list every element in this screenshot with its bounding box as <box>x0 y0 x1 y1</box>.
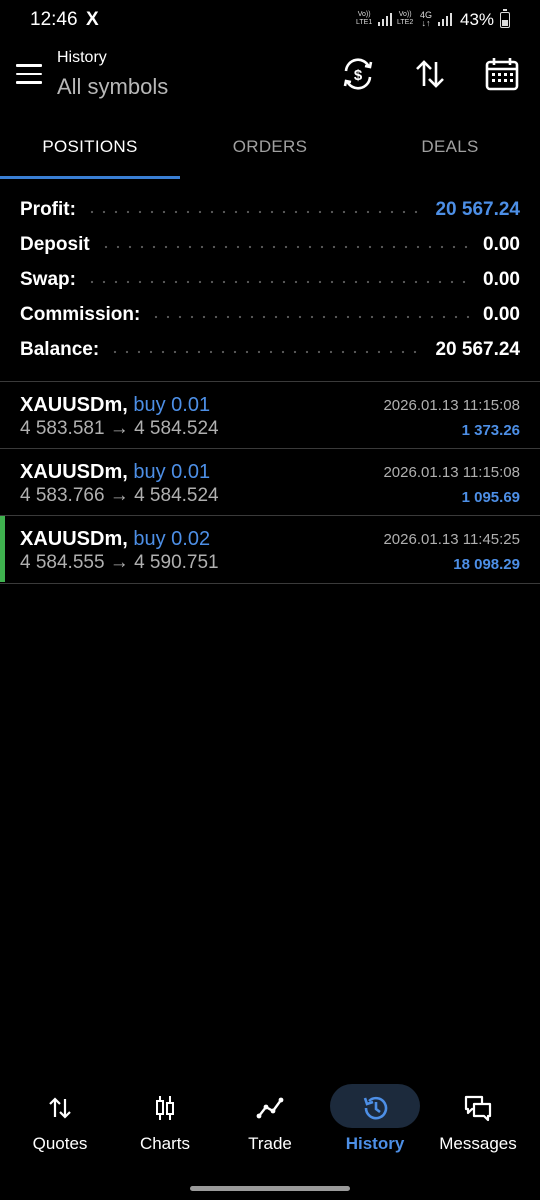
battery-percent: 43% <box>460 10 495 29</box>
summary-row-balance: Balance: 20 567.24 <box>0 332 540 367</box>
signal-bars-icon <box>378 13 392 26</box>
nav-history[interactable]: History <box>323 1080 427 1168</box>
deal-time: 2026.01.13 11:15:08 <box>383 397 520 414</box>
summary-row-swap: Swap: 0.00 <box>0 262 540 297</box>
summary-label: Deposit <box>20 233 90 255</box>
active-tab-indicator <box>0 176 180 179</box>
history-icon <box>363 1096 388 1120</box>
symbol-name: XAUUSDm, <box>20 394 128 416</box>
nav-label: Charts <box>139 1134 191 1153</box>
x-logo-icon: X <box>86 9 99 30</box>
summary-panel: Profit: 20 567.24 Deposit 0.00 Swap: 0.0… <box>0 192 540 367</box>
summary-value: 0.00 <box>483 233 520 255</box>
nav-label: History <box>345 1134 405 1153</box>
dotted-leader <box>85 279 474 284</box>
charts-icon <box>156 1096 174 1120</box>
nav-trade[interactable]: Trade <box>218 1080 322 1168</box>
app-header: History All symbols $ <box>0 44 540 108</box>
deal-time: 2026.01.13 11:15:08 <box>383 464 520 481</box>
deal-profit: 1 373.26 <box>461 422 520 439</box>
summary-label: Profit: <box>20 198 76 220</box>
deal-profit: 18 098.29 <box>453 556 520 573</box>
deal-time: 2026.01.13 11:45:25 <box>383 531 520 548</box>
deal-profit: 1 095.69 <box>461 489 520 506</box>
sim1-indicator: Vo)) LTE1 <box>356 11 373 26</box>
summary-value: 0.00 <box>483 268 520 290</box>
quotes-icon <box>49 1097 71 1119</box>
tab-positions[interactable]: POSITIONS <box>0 118 180 180</box>
status-time: 12:46 <box>30 9 78 30</box>
dotted-leader <box>109 349 426 354</box>
calendar-icon <box>485 58 519 91</box>
summary-value: 0.00 <box>483 303 520 325</box>
home-indicator[interactable] <box>190 1186 350 1191</box>
tab-orders[interactable]: ORDERS <box>180 118 360 180</box>
deal-symbol: XAUUSDm, buy 0.01 <box>20 461 210 484</box>
nav-label: Messages <box>439 1134 517 1153</box>
summary-value: 20 567.24 <box>435 198 520 220</box>
deal-prices: 4 583.581 → 4 584.524 <box>20 418 219 439</box>
list-item[interactable]: XAUUSDm, buy 0.01 4 583.766 → 4 584.524 … <box>0 449 540 515</box>
trade-icon <box>256 1097 284 1119</box>
tab-deals[interactable]: DEALS <box>360 118 540 180</box>
dotted-leader <box>85 209 426 214</box>
bottom-nav: Quotes Charts Trade History Messages <box>0 1080 540 1170</box>
deal-prices: 4 583.766 → 4 584.524 <box>20 485 219 506</box>
nav-label: Trade <box>248 1134 292 1153</box>
summary-row-profit: Profit: 20 567.24 <box>0 192 540 227</box>
status-bar: 12:46 X Vo)) LTE1 Vo)) LTE2 4G ↓↑ 43% <box>0 0 540 40</box>
nav-label: Quotes <box>32 1134 88 1153</box>
page-title: History <box>57 49 107 66</box>
deal-prices: 4 584.555 → 4 590.751 <box>20 552 219 573</box>
history-tabs: POSITIONS ORDERS DEALS <box>0 118 540 180</box>
signal-bars-icon <box>438 13 452 26</box>
messages-icon <box>464 1095 492 1122</box>
deal-action: buy 0.01 <box>133 394 211 416</box>
list-item[interactable]: XAUUSDm, buy 0.01 4 583.581 → 4 584.524 … <box>0 382 540 448</box>
deal-symbol: XAUUSDm, buy 0.01 <box>20 394 210 417</box>
dotted-leader <box>99 244 474 249</box>
deal-action: buy 0.01 <box>133 461 211 483</box>
currency-exchange-button[interactable]: $ <box>338 54 378 94</box>
nav-quotes[interactable]: Quotes <box>8 1080 112 1168</box>
summary-label: Swap: <box>20 268 76 290</box>
deal-action: buy 0.02 <box>133 528 211 550</box>
svg-text:$: $ <box>354 67 363 84</box>
battery-icon <box>500 9 510 28</box>
currency-exchange-icon: $ <box>343 58 373 90</box>
summary-value: 20 567.24 <box>435 338 520 360</box>
list-item[interactable]: XAUUSDm, buy 0.02 4 584.555 → 4 590.751 … <box>0 516 540 582</box>
net-type: 4G ↓↑ <box>420 10 433 28</box>
sort-button[interactable] <box>410 54 450 94</box>
deal-symbol: XAUUSDm, buy 0.02 <box>20 528 210 551</box>
summary-row-commission: Commission: 0.00 <box>0 297 540 332</box>
sort-icon <box>416 60 444 88</box>
symbol-name: XAUUSDm, <box>20 528 128 550</box>
calendar-button[interactable] <box>482 54 522 94</box>
symbol-filter[interactable]: All symbols <box>57 74 168 100</box>
symbol-name: XAUUSDm, <box>20 461 128 483</box>
divider <box>0 583 540 584</box>
summary-label: Balance: <box>20 338 100 360</box>
nav-charts[interactable]: Charts <box>113 1080 217 1168</box>
menu-icon[interactable] <box>16 64 42 84</box>
summary-row-deposit: Deposit 0.00 <box>0 227 540 262</box>
summary-label: Commission: <box>20 303 141 325</box>
dotted-leader <box>150 314 474 319</box>
sim2-indicator: Vo)) LTE2 <box>397 11 414 26</box>
nav-messages[interactable]: Messages <box>426 1080 530 1168</box>
